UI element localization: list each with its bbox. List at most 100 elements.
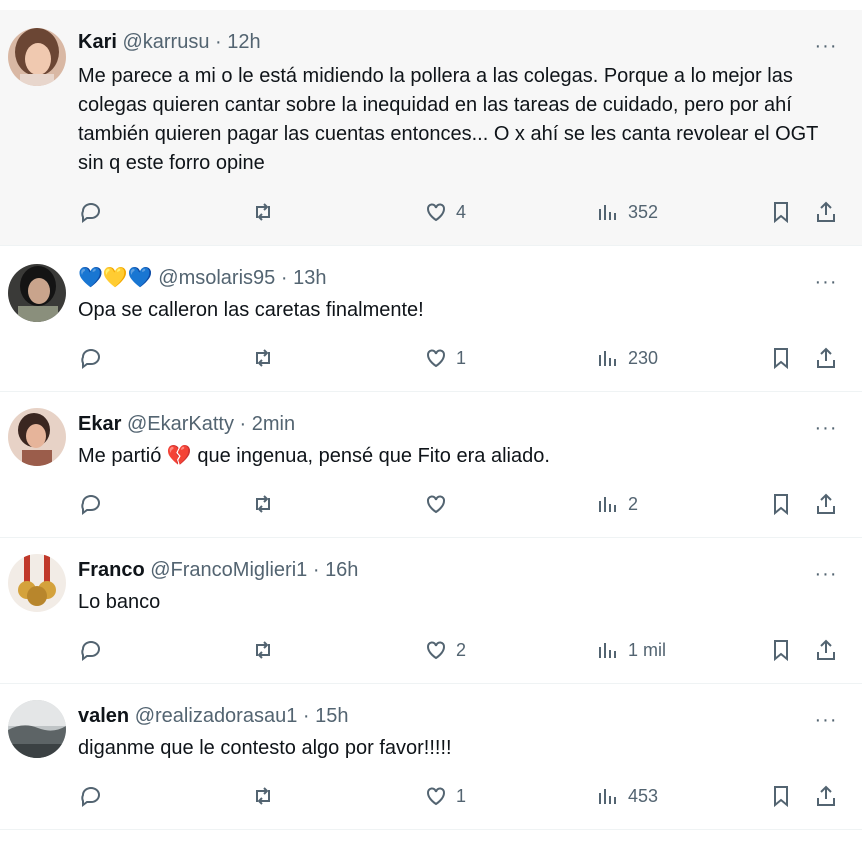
separator-dot: · (312, 559, 320, 581)
bookmark-button[interactable] (769, 197, 793, 227)
share-button[interactable] (814, 197, 838, 227)
like-button[interactable]: 4 (424, 197, 466, 227)
bookmark-icon (774, 640, 788, 662)
author-handle[interactable]: @karrusu (122, 31, 209, 53)
repost-icon (256, 787, 270, 805)
reply-button[interactable] (79, 635, 103, 665)
share-icon (817, 347, 835, 368)
like-button[interactable]: 1 (424, 781, 466, 811)
reply-post[interactable]: Franco @FrancoMiglieri1 · 16h ··· Lo ban… (0, 538, 862, 684)
reply-button[interactable] (79, 781, 103, 811)
avatar[interactable] (8, 264, 66, 322)
bookmark-button[interactable] (769, 489, 793, 519)
reply-post[interactable]: 💙💛💙 @msolaris95 · 13h ··· Opa se callero… (0, 246, 862, 392)
share-button[interactable] (814, 781, 838, 811)
reply-button[interactable] (79, 197, 103, 227)
like-count: 4 (456, 201, 467, 222)
repost-button[interactable] (251, 197, 275, 227)
action-bar: 2 1 mil (0, 635, 862, 665)
post-time[interactable]: 13h (293, 267, 326, 289)
author-name[interactable]: 💙💛💙 (78, 267, 153, 289)
more-options-icon[interactable]: ··· (812, 710, 840, 730)
bookmark-button[interactable] (769, 343, 793, 373)
more-options-icon[interactable]: ··· (812, 564, 840, 584)
reply-post[interactable]: Ekar @EkarKatty · 2min ··· Me partió 💔 q… (0, 392, 862, 538)
bookmark-icon (774, 786, 788, 808)
repost-button[interactable] (251, 489, 275, 519)
post-time[interactable]: 16h (325, 559, 358, 581)
author-handle[interactable]: @realizadorasau1 (135, 705, 298, 727)
reply-icon (81, 349, 100, 369)
repost-button[interactable] (251, 781, 275, 811)
more-options-icon[interactable]: ··· (812, 418, 840, 438)
views-count: 2 (628, 493, 639, 514)
post-text: diganme que le contesto algo por favor!!… (78, 737, 452, 759)
post-text: Me parece a mi o le está midiendo la pol… (78, 65, 819, 174)
post-time[interactable]: 15h (315, 705, 348, 727)
share-icon (817, 639, 835, 660)
views-count: 352 (628, 201, 659, 222)
separator-dot: · (215, 31, 222, 53)
share-button[interactable] (814, 635, 838, 665)
reply-icon (81, 641, 100, 661)
like-button[interactable]: 2 (424, 635, 466, 665)
action-bar: 4 352 (0, 197, 862, 227)
avatar[interactable] (8, 700, 66, 758)
reply-icon (81, 495, 100, 515)
action-bar: 2 (0, 489, 862, 519)
post-time[interactable]: 12h (227, 31, 260, 53)
bookmark-icon (774, 348, 788, 370)
bookmark-icon (774, 202, 788, 224)
like-icon (427, 787, 445, 806)
post-text: Lo banco (78, 591, 161, 613)
action-bar: 1 453 (0, 781, 862, 811)
views-count: 230 (628, 347, 659, 368)
reply-button[interactable] (79, 489, 103, 519)
post-time[interactable]: 2min (252, 413, 295, 435)
share-button[interactable] (814, 489, 838, 519)
repost-icon (256, 495, 270, 513)
author-handle[interactable]: @msolaris95 (158, 267, 275, 289)
avatar[interactable] (8, 554, 66, 612)
reply-post[interactable]: Kari @karrusu · 12h ··· Me parece a mi o… (0, 10, 862, 246)
views-button[interactable]: 2 (596, 489, 638, 519)
repost-button[interactable] (251, 635, 275, 665)
views-button[interactable]: 352 (596, 197, 658, 227)
like-button[interactable] (424, 489, 456, 519)
bookmark-button[interactable] (769, 781, 793, 811)
views-count: 453 (628, 785, 659, 806)
share-icon (817, 493, 835, 514)
author-name[interactable]: valen (78, 705, 129, 727)
more-options-icon[interactable]: ··· (812, 272, 840, 292)
views-button[interactable]: 1 mil (596, 635, 666, 665)
like-count: 2 (456, 639, 467, 660)
author-name[interactable]: Franco (78, 559, 145, 581)
repost-icon (256, 641, 270, 659)
repost-button[interactable] (251, 343, 275, 373)
bookmark-button[interactable] (769, 635, 793, 665)
views-button[interactable]: 230 (596, 343, 658, 373)
avatar[interactable] (8, 408, 66, 466)
more-options-icon[interactable]: ··· (812, 36, 840, 56)
repost-icon (256, 203, 270, 221)
share-button[interactable] (814, 343, 838, 373)
share-icon (817, 201, 835, 222)
author-handle[interactable]: @EkarKatty (127, 413, 234, 435)
views-icon (599, 205, 616, 220)
avatar[interactable] (8, 28, 66, 86)
author-name[interactable]: Kari (78, 31, 117, 53)
separator-dot: · (302, 705, 310, 727)
views-button[interactable]: 453 (596, 781, 658, 811)
reply-post[interactable]: valen @realizadorasau1 · 15h ··· diganme… (0, 684, 862, 830)
reply-icon (81, 203, 100, 223)
share-icon (817, 785, 835, 806)
author-name[interactable]: Ekar (78, 413, 121, 435)
views-icon (599, 497, 616, 512)
like-button[interactable]: 1 (424, 343, 466, 373)
like-icon (427, 203, 445, 222)
reply-button[interactable] (79, 343, 103, 373)
author-handle[interactable]: @FrancoMiglieri1 (150, 559, 307, 581)
post-text: Opa se calleron las caretas finalmente! (78, 299, 424, 321)
like-icon (427, 349, 445, 368)
repost-icon (256, 349, 270, 367)
